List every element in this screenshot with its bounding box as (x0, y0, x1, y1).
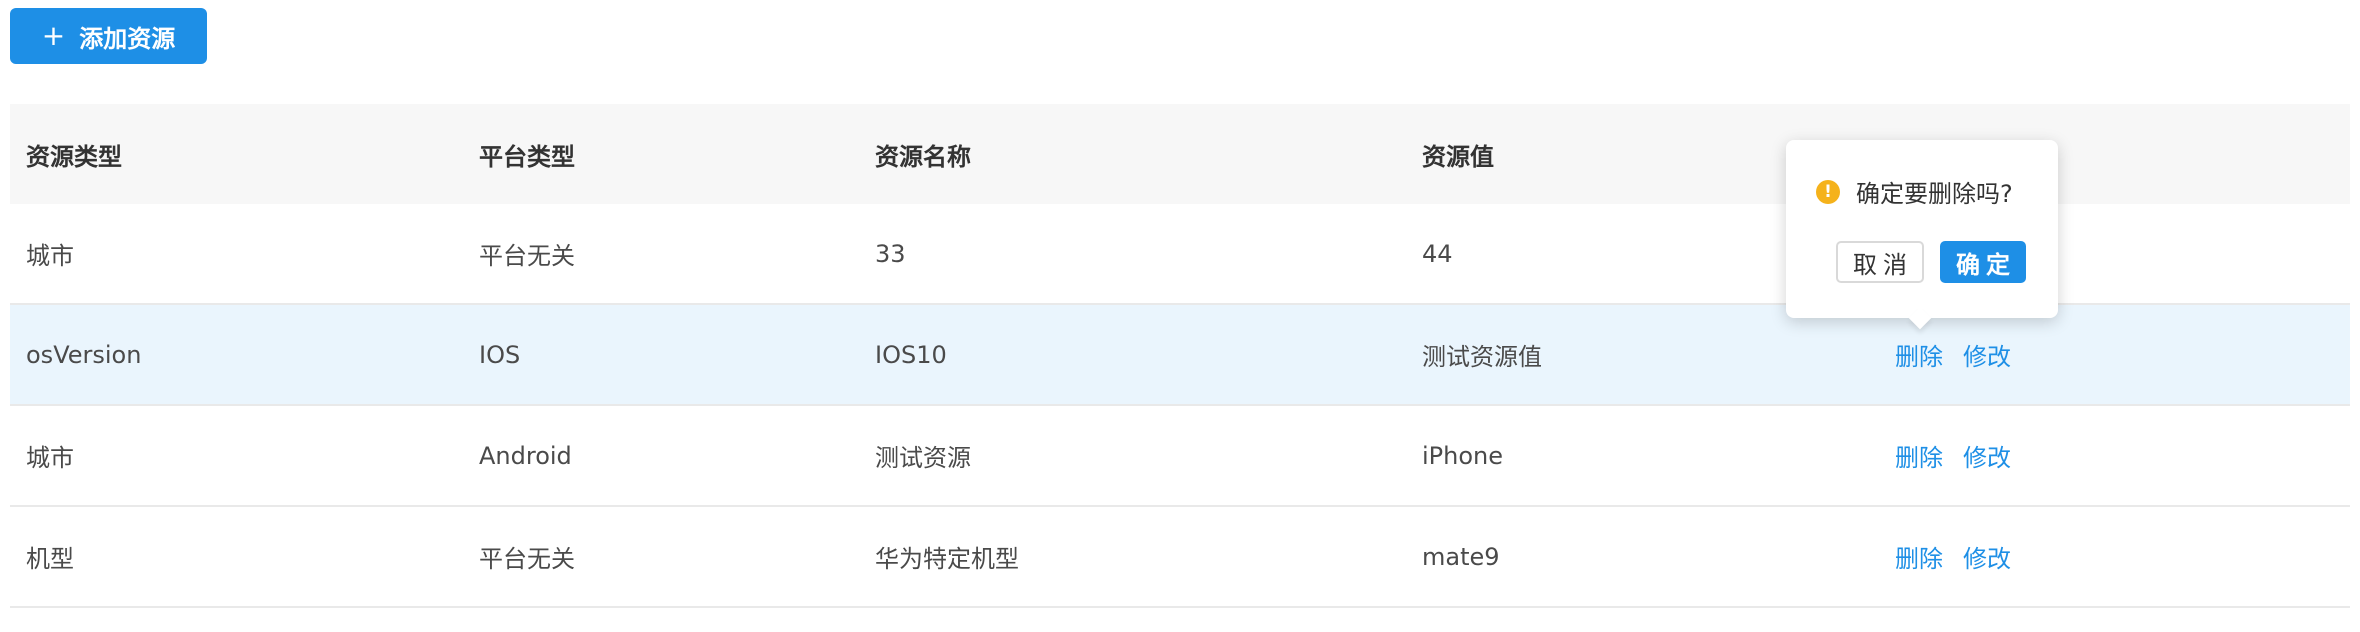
popover-message: ! 确定要删除吗? (1816, 174, 2013, 209)
warning-icon: ! (1816, 179, 1840, 204)
cell-platform-type: 平台无关 (479, 242, 575, 270)
add-resource-label: 添加资源 (79, 24, 176, 53)
add-resource-button[interactable]: + 添加资源 (10, 8, 207, 64)
confirm-button[interactable]: 确定 (1940, 241, 2026, 283)
column-header-platform-type[interactable]: 平台类型 (479, 104, 575, 204)
cell-resource-value: mate9 (1422, 542, 1500, 571)
cell-resource-value: iPhone (1422, 441, 1504, 470)
column-header-resource-type[interactable]: 资源类型 (26, 104, 122, 204)
cell-resource-name: 33 (875, 239, 906, 268)
cell-actions: 删除 修改 (1895, 507, 2011, 606)
cell-resource-value: 44 (1422, 239, 1453, 268)
plus-icon: + (41, 19, 66, 52)
popover-buttons: 取消 确定 (1836, 241, 2026, 283)
cell-resource-name: 测试资源 (875, 444, 971, 472)
edit-link[interactable]: 修改 (1963, 539, 2011, 574)
cell-resource-name: IOS10 (875, 340, 947, 369)
edit-link[interactable]: 修改 (1963, 337, 2011, 372)
column-header-resource-name[interactable]: 资源名称 (875, 104, 971, 204)
popover-message-text: 确定要删除吗? (1856, 180, 2013, 208)
column-header-resource-value[interactable]: 资源值 (1422, 104, 1494, 204)
table-row: 机型 平台无关 华为特定机型 mate9 删除 修改 (10, 507, 2350, 608)
table-row: osVersion IOS IOS10 测试资源值 删除 修改 (10, 305, 2350, 406)
cell-platform-type: IOS (479, 340, 521, 369)
delete-confirm-popover: ! 确定要删除吗? 取消 确定 (1786, 140, 2058, 330)
cell-resource-type: 城市 (26, 242, 74, 270)
table-row: 城市 Android 测试资源 iPhone 删除 修改 (10, 406, 2350, 507)
cell-resource-type: osVersion (26, 340, 142, 369)
cancel-button[interactable]: 取消 (1836, 241, 1924, 283)
cell-resource-type: 城市 (26, 444, 74, 472)
cell-platform-type: Android (479, 441, 572, 470)
cell-resource-type: 机型 (26, 545, 74, 573)
cell-actions: 删除 修改 (1895, 406, 2011, 505)
cell-resource-name: 华为特定机型 (875, 545, 1019, 573)
delete-link[interactable]: 删除 (1895, 539, 1943, 574)
delete-link[interactable]: 删除 (1895, 438, 1943, 473)
delete-link[interactable]: 删除 (1895, 337, 1943, 372)
cell-platform-type: 平台无关 (479, 545, 575, 573)
cell-resource-value: 测试资源值 (1422, 343, 1542, 371)
edit-link[interactable]: 修改 (1963, 438, 2011, 473)
